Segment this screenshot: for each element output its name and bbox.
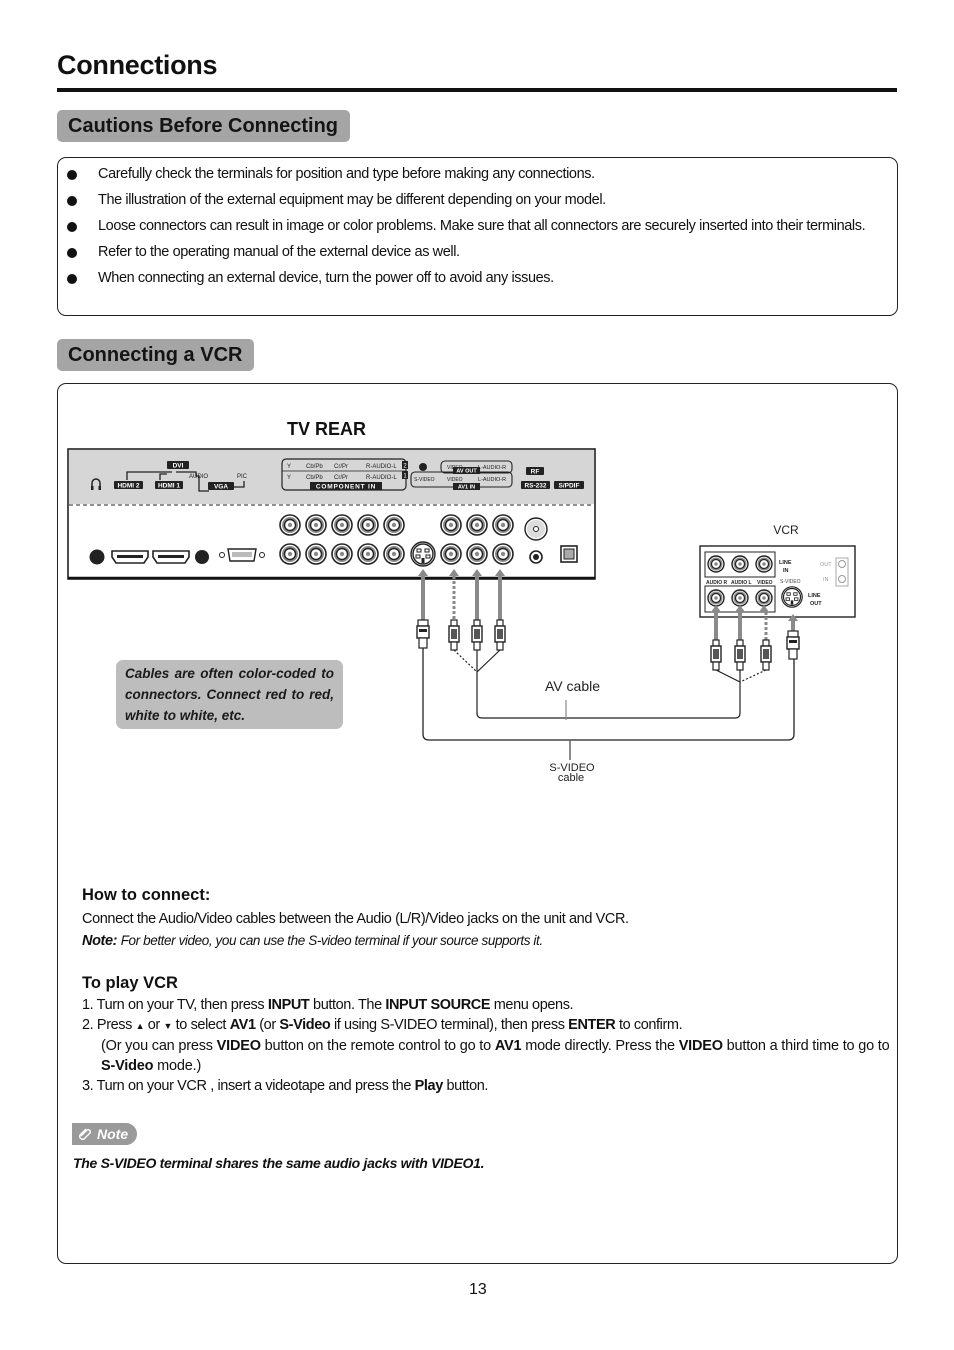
note-text: For better video, you can use the S-vide… xyxy=(120,933,543,948)
up-arrow-icon: ▲ xyxy=(135,1021,145,1031)
vcr-label-line-in-2: IN xyxy=(783,568,789,574)
rf-port xyxy=(524,517,548,541)
step2-text: 2. Press xyxy=(82,1017,136,1033)
svideo-plug-tv xyxy=(416,619,430,649)
av-cable-label: AV cable xyxy=(545,678,600,694)
tv-rear-panel: DVI HDMI 2 HDMI 1 AUDIO PIC VGA Y Cb/Pb … xyxy=(67,448,596,580)
label-av1-in: AV1 IN xyxy=(458,485,475,491)
av1-key: AV1 xyxy=(494,1038,522,1054)
how-to-heading: How to connect: xyxy=(82,886,211,904)
step3-text: 3. Turn on your VCR , insert a videotape… xyxy=(82,1078,415,1094)
label-l-audio-r: L-AUDIO-R xyxy=(478,465,506,471)
label-cb: Cb/Pb xyxy=(306,475,323,481)
svideo-port xyxy=(410,541,436,567)
label-spdif: S/PDIF xyxy=(559,483,580,490)
label-y: Y xyxy=(287,475,291,481)
label-hdmi2: HDMI 2 xyxy=(117,483,139,490)
down-arrow-icon: ▼ xyxy=(163,1021,173,1031)
vcr-label-audio-r: AUDIO R xyxy=(706,580,728,586)
label-vga: VGA xyxy=(214,484,228,491)
step2b-text: mode.) xyxy=(153,1058,202,1074)
play-key: Play xyxy=(414,1078,444,1094)
step2-text: to confirm. xyxy=(615,1017,683,1033)
input-key: INPUT xyxy=(267,997,310,1013)
how-to-connect: How to connect: Connect the Audio/Video … xyxy=(82,886,892,951)
label-hdmi1: HDMI 1 xyxy=(158,483,180,490)
av1-key: AV1 xyxy=(229,1017,256,1033)
vcr-label-out: OUT xyxy=(820,562,832,568)
step-1: 1. Turn on your TV, then press INPUT but… xyxy=(82,995,897,1015)
s-video-key: S-Video xyxy=(279,1017,331,1033)
step2-text: (or xyxy=(255,1017,280,1033)
label-rf: RF xyxy=(531,469,540,476)
vcr-label-video: VIDEO xyxy=(757,580,773,586)
label-cr: Cr/Pr xyxy=(334,464,348,470)
step2-text: to select xyxy=(172,1017,230,1033)
label-s-video: S-VIDEO xyxy=(414,477,435,483)
vcr-label-audio-l: AUDIO L xyxy=(731,580,752,586)
s-video-key: S-Video xyxy=(101,1058,154,1074)
step2b-text: button a third time to go to xyxy=(722,1038,890,1054)
label-video: VIDEO xyxy=(447,477,463,483)
label-dvi: DVI xyxy=(173,463,184,470)
step2-text: if using S-VIDEO terminal), then press xyxy=(330,1017,569,1033)
note-badge-label: Note xyxy=(97,1126,129,1142)
video-key: VIDEO xyxy=(678,1038,723,1054)
step1-text: menu opens. xyxy=(490,997,574,1013)
label-cr: Cr/Pr xyxy=(334,475,348,481)
step-2b: (Or you can press VIDEO button on the re… xyxy=(82,1036,897,1076)
audio-r-plug-vcr xyxy=(710,639,722,671)
vcr-label-in: IN xyxy=(823,577,829,583)
video-plug-vcr xyxy=(760,639,772,671)
input-source-key: INPUT SOURCE xyxy=(385,997,491,1013)
label-av-out: AV OUT xyxy=(456,469,477,475)
headphone-jack xyxy=(89,549,105,565)
note-badge: Note xyxy=(72,1123,138,1145)
audio-l-plug-tv xyxy=(471,619,483,651)
step3-text: button. xyxy=(442,1078,489,1094)
svideo-plug-vcr xyxy=(786,630,800,660)
step2b-text: button on the remote control to go to xyxy=(260,1038,495,1054)
label-audio: AUDIO xyxy=(189,474,208,480)
enter-key: ENTER xyxy=(568,1017,616,1033)
audio-l-plug-vcr xyxy=(734,639,746,671)
to-play-vcr: To play VCR 1. Turn on your TV, then pre… xyxy=(82,974,897,1096)
step2b-text: (Or you can press xyxy=(101,1038,217,1054)
label-rs232: RS-232 xyxy=(524,483,546,490)
note-label: Note: xyxy=(82,933,118,949)
vcr-label-line-in: LINE xyxy=(779,560,792,566)
step-2: 2. Press ▲ or ▼ to select AV1 (or S-Vide… xyxy=(82,1015,897,1036)
label-component-in: COMPONENT IN xyxy=(316,484,376,491)
step1-text: 1. Turn on your TV, then press xyxy=(82,997,268,1013)
label-audio-lr: R-AUDIO-L xyxy=(366,464,397,470)
page-number: 13 xyxy=(469,1281,487,1298)
label-audio-lr: R-AUDIO-L xyxy=(366,475,397,481)
note-text-svideo: The S-VIDEO terminal shares the same aud… xyxy=(73,1155,485,1171)
vcr-label-line-out: LINE xyxy=(808,593,821,599)
vcr-label: VCR xyxy=(773,523,799,537)
label-pic: PIC xyxy=(237,474,248,480)
vcr-label-line-out-2: OUT xyxy=(810,601,822,607)
step2-text: or xyxy=(144,1017,164,1033)
step1-text: button. The xyxy=(309,997,386,1013)
vcr-rear-panel: AUDIO R AUDIO L VIDEO LINE IN S-VIDEO LI… xyxy=(699,545,856,618)
ground-icon xyxy=(419,463,427,471)
svideo-cable-label-2: cable xyxy=(558,772,584,784)
label-y: Y xyxy=(287,464,291,470)
audio-jack xyxy=(195,550,209,564)
label-cb: Cb/Pb xyxy=(306,464,323,470)
audio-r-plug-tv xyxy=(494,619,506,651)
color-code-callout: Cables are often color-coded to connecto… xyxy=(116,660,343,729)
paperclip-icon xyxy=(79,1128,91,1140)
label-l-audio-r: L-AUDIO-R xyxy=(478,477,506,483)
video-plug-tv xyxy=(448,619,460,651)
to-play-heading: To play VCR xyxy=(82,974,178,992)
step-3: 3. Turn on your VCR , insert a videotape… xyxy=(82,1076,897,1096)
vcr-label-s-video: S-VIDEO xyxy=(780,579,801,585)
step2b-text: mode directly. Press the xyxy=(521,1038,679,1054)
how-to-text: Connect the Audio/Video cables between t… xyxy=(82,911,629,927)
video-key: VIDEO xyxy=(216,1038,261,1054)
